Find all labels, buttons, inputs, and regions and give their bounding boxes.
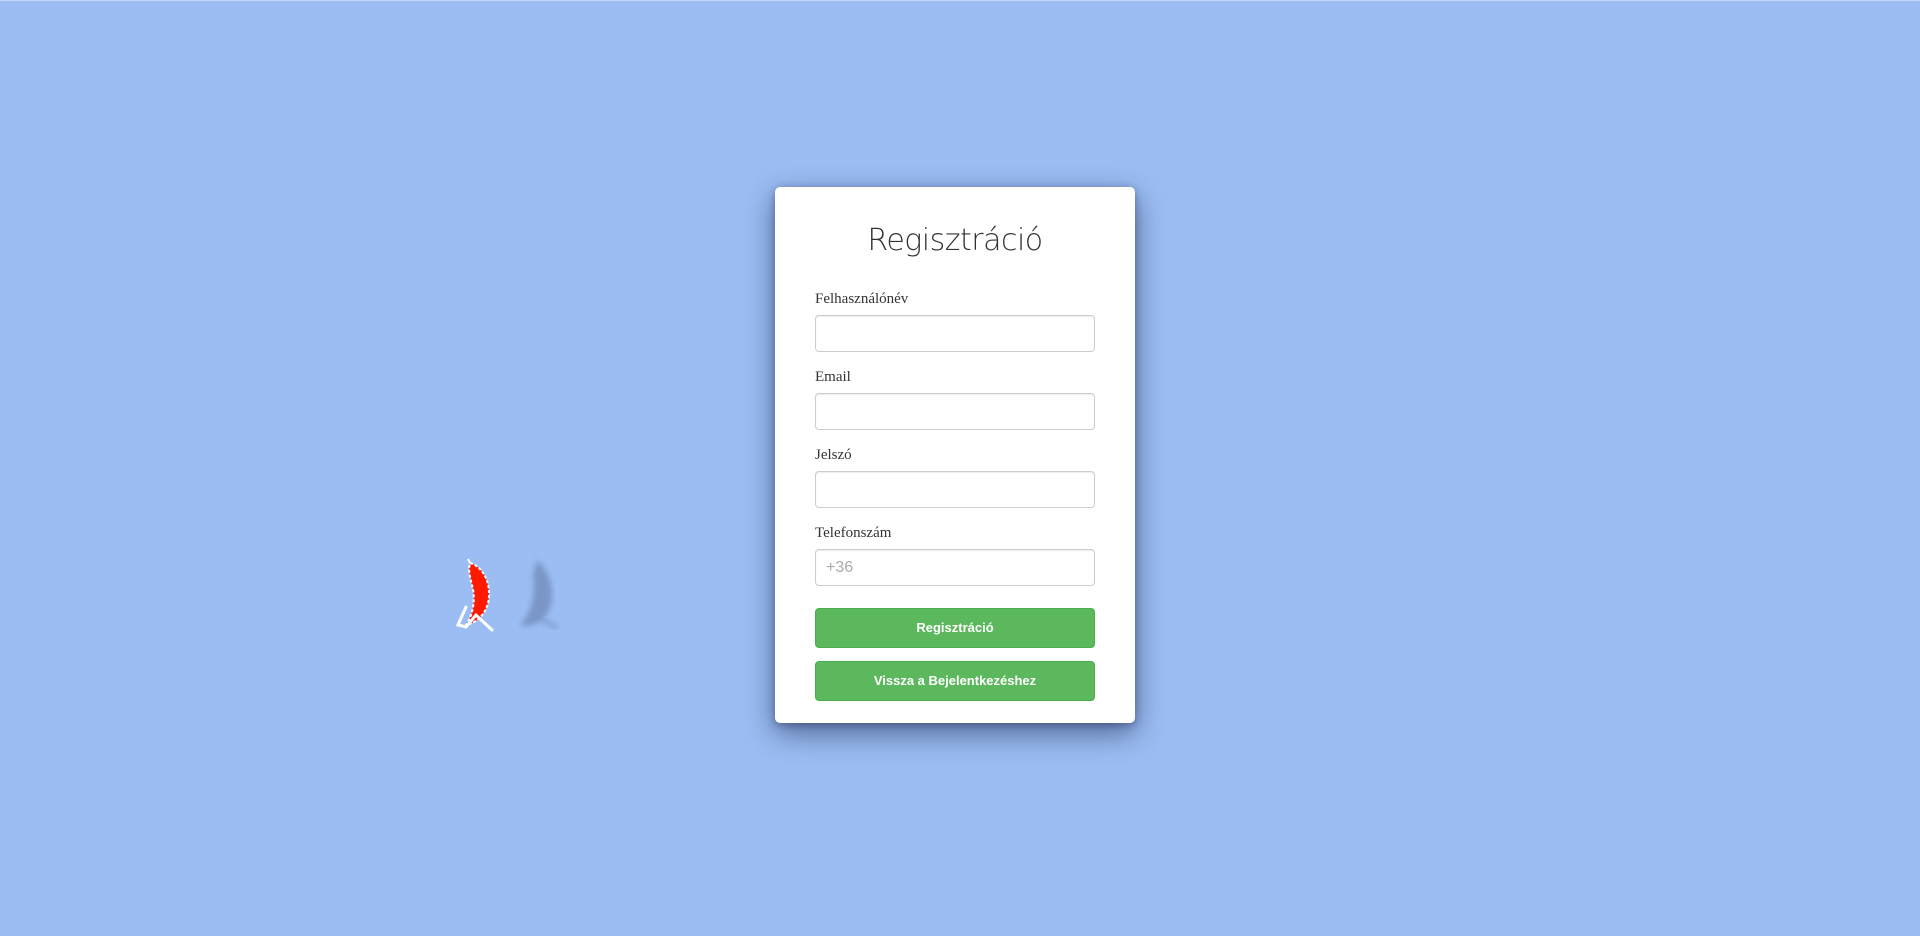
top-border xyxy=(0,0,1920,1)
phone-input[interactable] xyxy=(815,549,1095,586)
password-group: Jelszó xyxy=(815,445,1095,508)
back-to-login-button[interactable]: Vissza a Bejelentkezéshez xyxy=(815,661,1095,701)
paraglider-icon xyxy=(440,545,580,645)
password-label: Jelszó xyxy=(815,447,852,463)
email-label: Email xyxy=(815,369,851,385)
email-group: Email xyxy=(815,367,1095,430)
phone-label: Telefonszám xyxy=(815,525,892,541)
password-input[interactable] xyxy=(815,471,1095,508)
registration-card: Regisztráció Felhasználónév Email Jelszó… xyxy=(775,187,1135,723)
username-group: Felhasználónév xyxy=(815,289,1095,352)
username-label: Felhasználónév xyxy=(815,291,909,307)
phone-group: Telefonszám xyxy=(815,523,1095,586)
page-title: Regisztráció xyxy=(867,223,1043,258)
register-button[interactable]: Regisztráció xyxy=(815,608,1095,648)
username-input[interactable] xyxy=(815,315,1095,352)
email-input[interactable] xyxy=(815,393,1095,430)
